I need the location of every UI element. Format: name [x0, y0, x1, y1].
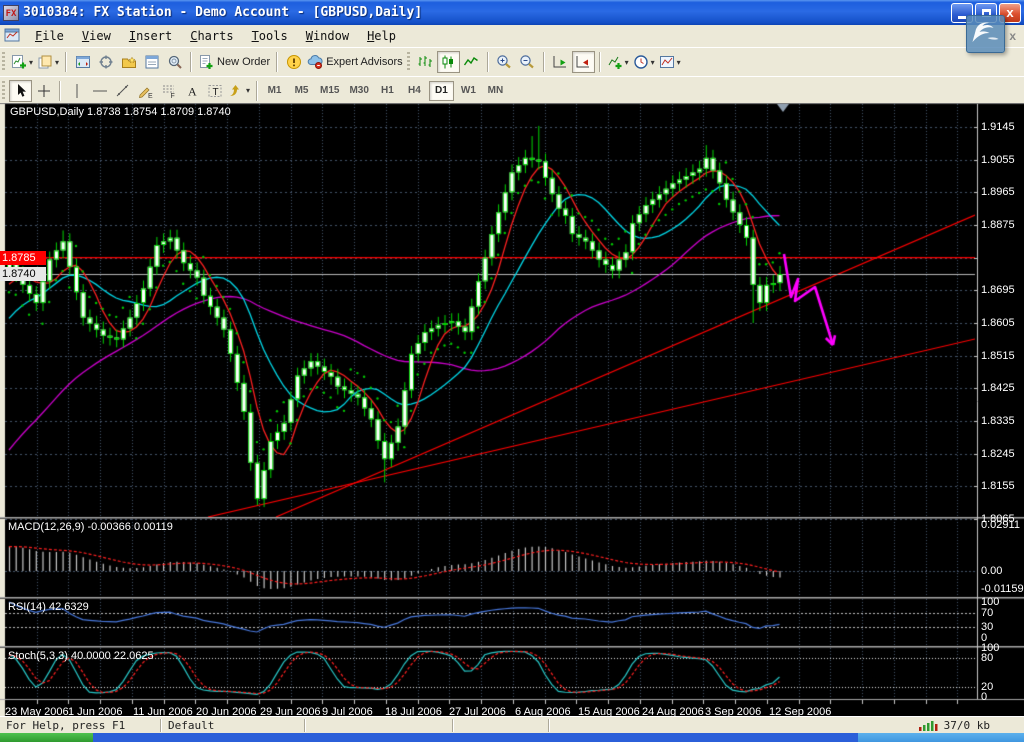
chart-canvas[interactable] [0, 103, 1024, 716]
strategy-tester-button[interactable] [163, 51, 186, 73]
templates-button[interactable]: ▾ [657, 51, 683, 73]
chart-shift-button[interactable] [572, 51, 595, 73]
toolbar-separator [487, 52, 489, 72]
toolbar-grip[interactable] [2, 81, 5, 101]
toolbar-separator [190, 52, 192, 72]
menu-items: FileViewInsertChartsToolsWindowHelp [26, 29, 405, 43]
timeframe-w1[interactable]: W1 [456, 81, 481, 101]
expert-advisors-label: Expert Advisors [326, 56, 402, 68]
chart-close-icon[interactable]: x [1009, 29, 1016, 43]
taskbar [0, 733, 1024, 742]
menu-insert[interactable]: Insert [120, 27, 181, 45]
status-traffic: 37/0 kb [944, 719, 990, 732]
menubar: FileViewInsertChartsToolsWindowHelp x [0, 25, 1024, 48]
chevron-down-icon: ▾ [246, 86, 250, 95]
crosshair-button[interactable] [32, 80, 55, 102]
fx-station-window: FX 3010384: FX Station - Demo Account - … [0, 0, 1024, 742]
new-order-label: New Order [217, 56, 270, 68]
alert-button[interactable] [282, 51, 305, 73]
statusbar-separator [548, 719, 550, 732]
toolbar-separator [256, 81, 258, 101]
bar-chart-button[interactable] [414, 51, 437, 73]
menu-help[interactable]: Help [358, 27, 405, 45]
chevron-down-icon: ▾ [29, 58, 33, 67]
toolbar-separator [276, 52, 278, 72]
toolbar-grip[interactable] [2, 52, 5, 72]
timeframe-h4[interactable]: H4 [402, 81, 427, 101]
start-button-fragment[interactable] [0, 733, 93, 742]
candlestick-chart-button[interactable] [437, 51, 460, 73]
auto-scroll-button[interactable] [549, 51, 572, 73]
navigator-button[interactable] [94, 51, 117, 73]
new-chart-button[interactable]: ▾ [9, 51, 35, 73]
bird-logo-icon [966, 15, 1005, 53]
profiles-button[interactable]: ▾ [35, 51, 61, 73]
text-label-button[interactable]: T [203, 80, 226, 102]
horizontal-line-button[interactable] [88, 80, 111, 102]
timeframe-m30[interactable]: M30 [345, 81, 372, 101]
svg-text:E: E [148, 93, 153, 99]
system-tray-fragment [858, 733, 1024, 742]
svg-text:F: F [170, 93, 174, 99]
statusbar-separator [304, 719, 306, 732]
menu-charts[interactable]: Charts [181, 27, 242, 45]
timeframe-d1[interactable]: D1 [429, 81, 454, 101]
svg-text:A: A [188, 84, 197, 98]
zoom-out-button[interactable] [516, 51, 539, 73]
minimize-icon [958, 16, 966, 19]
menu-tools[interactable]: Tools [243, 27, 297, 45]
toolbar-separator [59, 81, 61, 101]
statusbar: For Help, press F1 Default 37/0 kb [0, 716, 1024, 734]
timeframe-group: M1M5M15M30H1H4D1W1MN [262, 81, 508, 101]
chevron-down-icon: ▾ [651, 58, 655, 67]
new-order-button[interactable]: New Order [196, 51, 272, 73]
window-title: 3010384: FX Station - Demo Account - [GB… [23, 0, 951, 25]
timeframe-m5[interactable]: M5 [289, 81, 314, 101]
menu-view[interactable]: View [73, 27, 120, 45]
equidistant-channel-button[interactable]: E [134, 80, 157, 102]
app-icon: FX [3, 5, 19, 21]
statusbar-separator [452, 719, 454, 732]
timeframe-m15[interactable]: M15 [316, 81, 343, 101]
status-profile[interactable]: Default [162, 719, 304, 732]
indicators-button[interactable]: ▾ [605, 51, 631, 73]
line-chart-button[interactable] [460, 51, 483, 73]
drawing-toolbar: E F A T ▾ M1M5M15M30H1H4D1W1MN [0, 76, 1024, 105]
chart-window-icon [4, 27, 20, 46]
titlebar: FX 3010384: FX Station - Demo Account - … [0, 0, 1024, 25]
menu-window[interactable]: Window [297, 27, 358, 45]
chevron-down-icon: ▾ [677, 58, 681, 67]
timeframe-h1[interactable]: H1 [375, 81, 400, 101]
data-window-button[interactable] [140, 51, 163, 73]
timeframe-m1[interactable]: M1 [262, 81, 287, 101]
vertical-line-button[interactable] [65, 80, 88, 102]
trendline-button[interactable] [111, 80, 134, 102]
chevron-down-icon: ▾ [625, 58, 629, 67]
svg-text:T: T [212, 87, 218, 98]
toolbar-separator [543, 52, 545, 72]
periods-button[interactable]: ▾ [631, 51, 657, 73]
timeframe-mn[interactable]: MN [483, 81, 508, 101]
connection-bars-icon [918, 720, 938, 732]
cursor-button[interactable] [9, 80, 32, 102]
standard-toolbar: ▾ ▾ New Order [0, 47, 1024, 77]
chart-area: GBPUSD,Daily 1.8738 1.8754 1.8709 1.8740… [0, 103, 1024, 716]
fibonacci-button[interactable]: F [157, 80, 180, 102]
market-watch-button[interactable] [71, 51, 94, 73]
expert-advisors-button[interactable]: Expert Advisors [305, 51, 404, 73]
favorites-button[interactable] [117, 51, 140, 73]
text-button[interactable]: A [180, 80, 203, 102]
close-icon: x [1006, 6, 1013, 19]
chevron-down-icon: ▾ [55, 58, 59, 67]
toolbar-separator [65, 52, 67, 72]
arrows-button[interactable]: ▾ [226, 80, 252, 102]
toolbar-grip[interactable] [407, 52, 410, 72]
toolbar-separator [599, 52, 601, 72]
menu-file[interactable]: File [26, 27, 73, 45]
status-help-text: For Help, press F1 [0, 719, 160, 732]
zoom-in-button[interactable] [493, 51, 516, 73]
